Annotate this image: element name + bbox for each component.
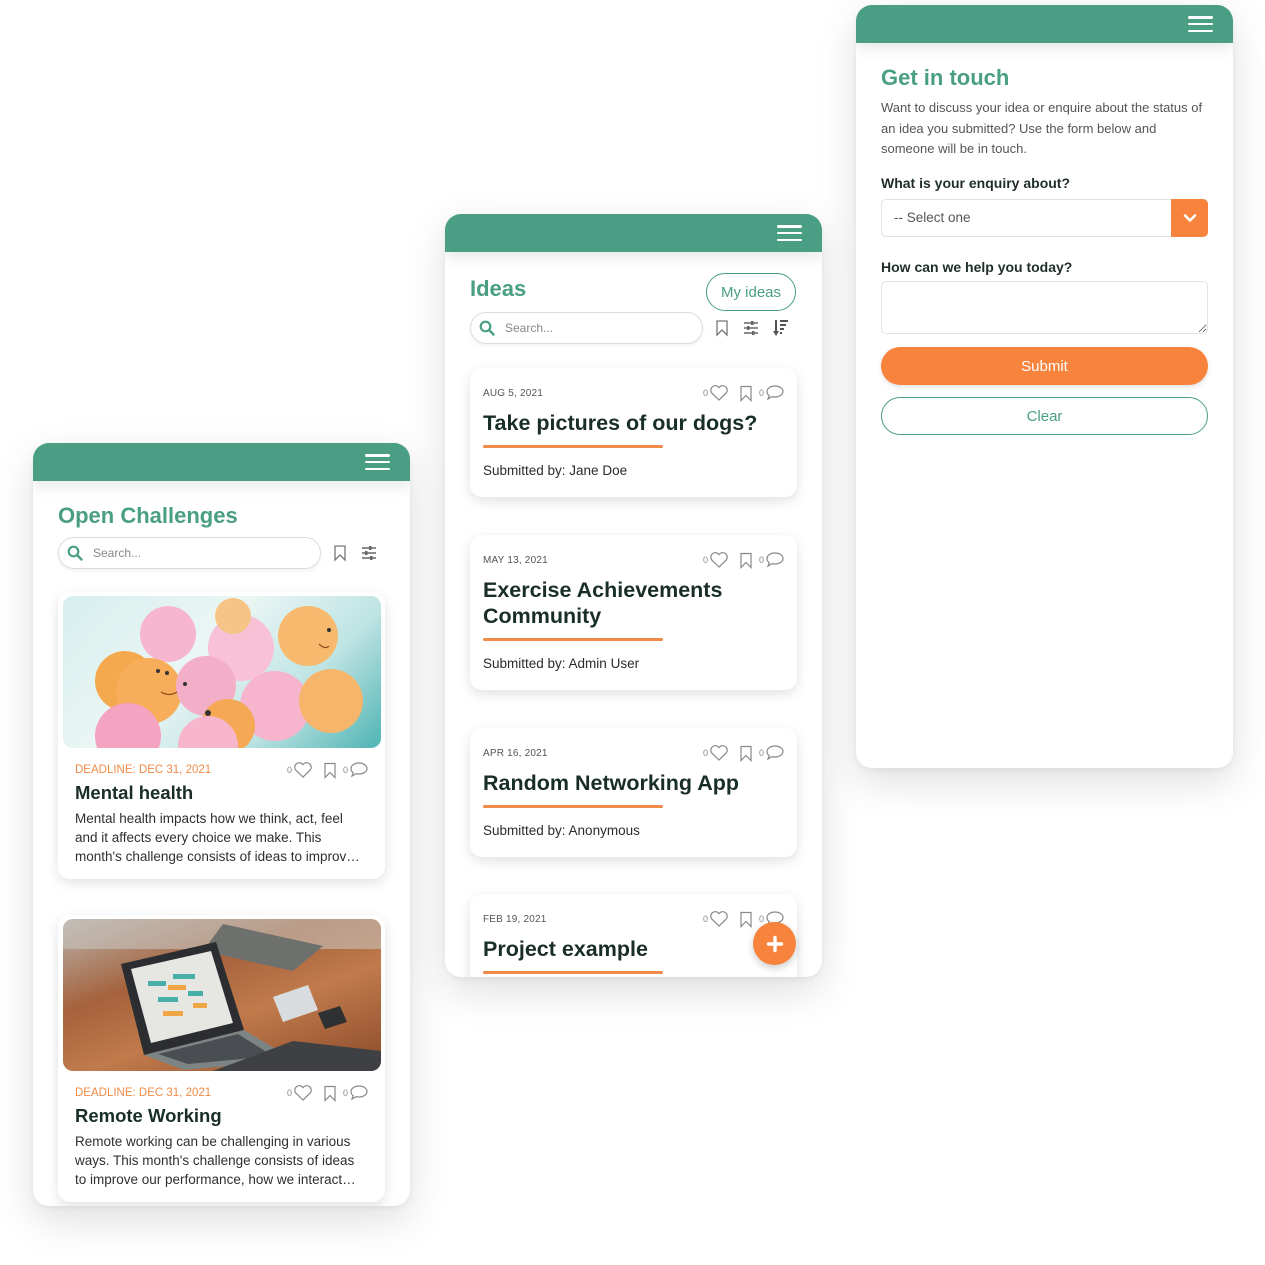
likes-count: 0 — [702, 388, 708, 398]
heart-icon[interactable] — [709, 384, 729, 402]
bookmark-icon[interactable] — [739, 552, 753, 569]
comment-icon[interactable] — [765, 744, 785, 762]
bookmark-icon[interactable] — [739, 745, 753, 762]
card-stats: 0 0 — [703, 551, 785, 569]
comment-icon[interactable] — [349, 1084, 369, 1102]
idea-date: MAY 13, 2021 — [483, 554, 548, 566]
idea-title: Take pictures of our dogs? — [483, 411, 758, 435]
search-bar[interactable] — [58, 537, 321, 569]
bookmark-icon[interactable] — [739, 385, 753, 402]
idea-date: FEB 19, 2021 — [483, 913, 547, 925]
help-label: How can we help you today? — [881, 259, 1073, 275]
bookmark-icon[interactable] — [739, 911, 753, 928]
enquiry-selected-value: -- Select one — [894, 210, 971, 225]
clear-button[interactable]: Clear — [881, 397, 1208, 435]
idea-card[interactable]: AUG 5, 2021 0 0 Take pictures of our dog… — [470, 368, 797, 497]
enquiry-select[interactable]: -- Select one — [881, 199, 1208, 237]
comments-count: 0 — [342, 765, 348, 775]
card-stats: 0 0 — [287, 761, 369, 779]
idea-card[interactable]: FEB 19, 2021 0 0 Project example — [470, 894, 797, 977]
plus-icon — [766, 935, 783, 952]
top-bar — [33, 443, 410, 481]
card-stats: 0 0 — [287, 1084, 369, 1102]
idea-card[interactable]: MAY 13, 2021 0 0 Exercise Achievements C… — [470, 535, 797, 690]
submit-button[interactable]: Submit — [881, 347, 1208, 385]
deadline-label: DEADLINE: DEC 31, 2021 — [75, 764, 212, 776]
idea-title: Project example — [483, 937, 648, 961]
top-bar — [856, 5, 1233, 43]
idea-title: Random Networking App — [483, 771, 740, 795]
comment-icon[interactable] — [349, 761, 369, 779]
add-idea-button[interactable] — [753, 922, 796, 965]
ideas-screen: Ideas My ideas AUG 5, 2021 0 0 Take pict… — [445, 214, 822, 977]
comments-count: 0 — [758, 748, 764, 758]
menu-icon[interactable] — [365, 454, 390, 471]
laptop-image — [62, 919, 381, 1071]
bookmark-icon[interactable] — [323, 762, 337, 779]
comments-count: 0 — [342, 1088, 348, 1098]
title-underline — [483, 805, 663, 808]
heart-icon[interactable] — [709, 551, 729, 569]
bookmark-filter-icon[interactable] — [331, 544, 349, 562]
bookmark-icon[interactable] — [323, 1085, 337, 1102]
search-input[interactable] — [505, 321, 684, 335]
card-stats: 0 0 — [703, 384, 785, 402]
challenge-card[interactable]: DEADLINE: DEC 31, 2021 0 0 Remote Workin… — [58, 915, 385, 1202]
my-ideas-button[interactable]: My ideas — [706, 273, 796, 311]
challenge-description: Mental health impacts how we think, act,… — [75, 811, 360, 864]
submitted-by: Submitted by: Anonymous — [483, 823, 640, 838]
balloons-image — [62, 596, 381, 748]
search-icon — [479, 320, 495, 336]
filter-sliders-icon[interactable] — [742, 319, 760, 337]
comment-icon[interactable] — [765, 551, 785, 569]
challenge-title: Remote Working — [75, 1105, 222, 1126]
heart-icon[interactable] — [709, 910, 729, 928]
submitted-by: Submitted by: Admin User — [483, 656, 640, 671]
likes-count: 0 — [702, 748, 708, 758]
bookmark-filter-icon[interactable] — [713, 319, 731, 337]
likes-count: 0 — [702, 555, 708, 565]
comments-count: 0 — [758, 914, 764, 924]
search-icon — [67, 545, 83, 561]
filter-sliders-icon[interactable] — [360, 544, 378, 562]
challenges-screen: Open Challenges Search... DEADLINE: DEC … — [33, 443, 410, 1206]
chevron-down-icon — [1183, 214, 1196, 222]
idea-title: Exercise Achievements Community — [483, 578, 723, 628]
heart-icon[interactable] — [709, 744, 729, 762]
page-title: Get in touch — [881, 65, 1010, 90]
dropdown-button[interactable] — [1171, 199, 1208, 237]
card-stats: 0 0 — [703, 744, 785, 762]
idea-card[interactable]: APR 16, 2021 0 0 Random Networking App S… — [470, 728, 797, 857]
search-bar[interactable] — [470, 312, 703, 344]
comments-count: 0 — [758, 388, 764, 398]
contact-screen: Get in touch Want to discuss your idea o… — [856, 5, 1233, 768]
challenge-title: Mental health — [75, 782, 194, 803]
comments-count: 0 — [758, 555, 764, 565]
page-title: Open Challenges — [58, 503, 238, 528]
heart-icon[interactable] — [293, 761, 313, 779]
challenge-card[interactable]: DEADLINE: DEC 31, 2021 0 0 Mental health… — [58, 592, 385, 879]
menu-icon[interactable] — [777, 225, 802, 242]
idea-date: APR 16, 2021 — [483, 747, 548, 759]
title-underline — [483, 638, 663, 641]
intro-text: Want to discuss your idea or enquire abo… — [881, 100, 1203, 156]
comment-icon[interactable] — [765, 384, 785, 402]
title-underline — [483, 971, 663, 974]
help-textarea[interactable] — [881, 281, 1208, 334]
menu-icon[interactable] — [1188, 16, 1213, 33]
heart-icon[interactable] — [293, 1084, 313, 1102]
idea-date: AUG 5, 2021 — [483, 387, 544, 399]
deadline-label: DEADLINE: DEC 31, 2021 — [75, 1087, 212, 1099]
likes-count: 0 — [286, 765, 292, 775]
title-underline — [483, 445, 663, 448]
page-title: Ideas — [470, 276, 527, 301]
likes-count: 0 — [286, 1088, 292, 1098]
sort-icon[interactable] — [772, 319, 790, 337]
challenge-description: Remote working can be challenging in var… — [75, 1134, 356, 1187]
submitted-by: Submitted by: Jane Doe — [483, 463, 628, 478]
top-bar — [445, 214, 822, 252]
search-input[interactable] — [93, 546, 296, 560]
enquiry-label: What is your enquiry about? — [881, 175, 1071, 191]
likes-count: 0 — [702, 914, 708, 924]
